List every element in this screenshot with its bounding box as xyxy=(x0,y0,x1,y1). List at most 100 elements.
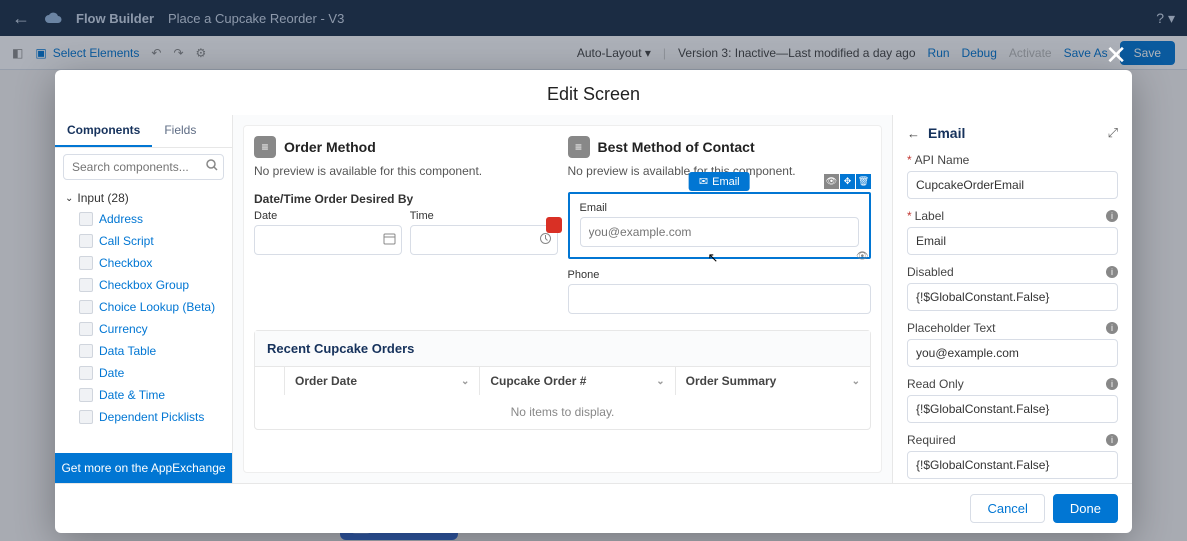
api-name-input[interactable] xyxy=(907,171,1118,199)
error-badge-icon xyxy=(546,217,562,233)
email-label: Email xyxy=(580,202,860,214)
time-label: Time xyxy=(410,210,558,222)
component-type-icon xyxy=(79,256,93,270)
section-title: Best Method of Contact xyxy=(598,139,755,155)
component-type-icon xyxy=(79,344,93,358)
back-arrow-icon[interactable]: ← xyxy=(907,126,920,141)
component-item[interactable]: Data Table xyxy=(55,340,232,362)
info-icon[interactable]: i xyxy=(1106,434,1118,446)
date-input[interactable] xyxy=(254,225,402,255)
required-input[interactable] xyxy=(907,451,1118,479)
prop-label: Label xyxy=(915,209,944,223)
info-icon[interactable]: i xyxy=(1106,210,1118,222)
component-label: Date & Time xyxy=(99,388,165,402)
table-checkbox-col[interactable] xyxy=(255,367,285,395)
table-column[interactable]: Order Summary⌄ xyxy=(676,367,870,395)
component-label: Currency xyxy=(99,322,148,336)
component-item[interactable]: Checkbox xyxy=(55,252,232,274)
phone-label: Phone xyxy=(568,269,872,281)
info-icon[interactable]: i xyxy=(1106,266,1118,278)
tab-components[interactable]: Components xyxy=(55,115,152,147)
info-icon[interactable]: i xyxy=(1106,378,1118,390)
placeholder-input[interactable] xyxy=(907,339,1118,367)
readonly-input[interactable] xyxy=(907,395,1118,423)
no-preview-text: No preview is available for this compone… xyxy=(254,164,558,178)
done-button[interactable]: Done xyxy=(1053,494,1118,523)
table-column[interactable]: Cupcake Order #⌄ xyxy=(480,367,675,395)
component-item[interactable]: Address xyxy=(55,208,232,230)
calendar-icon[interactable] xyxy=(383,232,396,245)
search-input[interactable] xyxy=(63,154,224,180)
recent-orders-table: Recent Cupcake Orders Order Date⌄ Cupcak… xyxy=(254,330,871,430)
chevron-down-icon: ⌄ xyxy=(65,193,73,204)
appexchange-button[interactable]: Get more on the AppExchange xyxy=(55,453,232,483)
section-icon: ≡ xyxy=(254,136,276,158)
label-input[interactable] xyxy=(907,227,1118,255)
email-tag: ✉ Email xyxy=(689,172,750,191)
prop-label: Read Only xyxy=(907,377,964,391)
component-item[interactable]: Date & Time xyxy=(55,384,232,406)
component-label: Checkbox Group xyxy=(99,278,189,292)
component-item[interactable]: Checkbox Group xyxy=(55,274,232,296)
component-type-icon xyxy=(79,366,93,380)
component-item[interactable]: Currency xyxy=(55,318,232,340)
tab-fields[interactable]: Fields xyxy=(152,115,208,147)
screen-canvas: ≡ Order Method No preview is available f… xyxy=(233,115,892,483)
visibility-icon[interactable]: 👁 xyxy=(856,251,871,266)
component-label: Choice Lookup (Beta) xyxy=(99,300,215,314)
table-empty-text: No items to display. xyxy=(255,395,870,429)
move-icon[interactable]: ✥ xyxy=(840,174,855,189)
close-icon[interactable]: ✕ xyxy=(1105,40,1127,71)
disabled-input[interactable] xyxy=(907,283,1118,311)
section-icon: ≡ xyxy=(568,136,590,158)
component-label: Call Script xyxy=(99,234,154,248)
chevron-down-icon: ⌄ xyxy=(656,376,664,387)
component-item[interactable]: Call Script xyxy=(55,230,232,252)
component-type-icon xyxy=(79,410,93,424)
prop-label: Placeholder Text xyxy=(907,321,996,335)
chevron-down-icon: ⌄ xyxy=(461,376,469,387)
component-label: Date xyxy=(99,366,124,380)
cancel-button[interactable]: Cancel xyxy=(970,494,1044,523)
chevron-down-icon: ⌄ xyxy=(852,376,860,387)
modal-title: Edit Screen xyxy=(55,70,1132,115)
cursor-icon: ↖ xyxy=(708,250,719,266)
component-type-icon xyxy=(79,388,93,402)
prop-label: Disabled xyxy=(907,265,954,279)
panel-title: Email xyxy=(928,125,1100,141)
visibility-icon[interactable]: 👁 xyxy=(824,174,839,189)
component-type-icon xyxy=(79,234,93,248)
datetime-label: Date/Time Order Desired By xyxy=(254,192,558,206)
component-label: Dependent Picklists xyxy=(99,410,204,424)
edit-screen-modal: Edit Screen Components Fields ⌄ Input (2… xyxy=(55,70,1132,533)
clock-icon[interactable] xyxy=(539,232,552,245)
component-item[interactable]: Date xyxy=(55,362,232,384)
section-title: Order Method xyxy=(284,139,376,155)
delete-icon[interactable]: 🗑 xyxy=(856,174,871,189)
email-icon: ✉ xyxy=(699,175,708,188)
component-type-icon xyxy=(79,278,93,292)
search-icon xyxy=(206,159,218,171)
tree-group-input[interactable]: ⌄ Input (28) xyxy=(55,188,232,208)
recent-orders-heading: Recent Cupcake Orders xyxy=(255,331,870,366)
properties-panel: ← Email ⤢ *API Name *Labeli Disabledi Pl… xyxy=(892,115,1132,483)
time-input[interactable] xyxy=(410,225,558,255)
expand-icon[interactable]: ⤢ xyxy=(1108,125,1118,141)
prop-label: API Name xyxy=(915,153,970,167)
component-item[interactable]: Choice Lookup (Beta) xyxy=(55,296,232,318)
component-label: Checkbox xyxy=(99,256,152,270)
email-component-selected[interactable]: ✉ Email 👁 ✥ 🗑 Email ↖ xyxy=(568,192,872,259)
component-type-icon xyxy=(79,212,93,226)
date-label: Date xyxy=(254,210,402,222)
phone-input[interactable] xyxy=(568,284,872,314)
components-panel: Components Fields ⌄ Input (28) Address Ca… xyxy=(55,115,233,483)
component-label: Address xyxy=(99,212,143,226)
component-type-icon xyxy=(79,322,93,336)
info-icon[interactable]: i xyxy=(1106,322,1118,334)
table-column[interactable]: Order Date⌄ xyxy=(285,367,480,395)
email-input[interactable] xyxy=(580,217,860,247)
component-label: Data Table xyxy=(99,344,156,358)
prop-label: Required xyxy=(907,433,956,447)
component-type-icon xyxy=(79,300,93,314)
component-item[interactable]: Dependent Picklists xyxy=(55,406,232,428)
